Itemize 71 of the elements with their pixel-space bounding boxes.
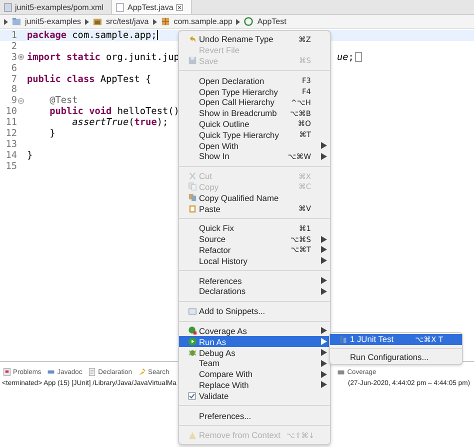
menu-item[interactable]: Run As — [179, 336, 330, 348]
file-icon — [4, 2, 12, 12]
menu-item[interactable]: Replace With — [179, 380, 330, 390]
menu-item[interactable]: Declarations — [179, 286, 330, 297]
run-icon — [188, 337, 197, 346]
menu-item[interactable]: Debug As — [179, 347, 330, 358]
code-line: } — [48, 128, 56, 139]
line-number: 9 — [11, 95, 17, 106]
editor-tab[interactable]: AppTest.java — [112, 0, 192, 14]
breadcrumb-item[interactable]: com.sample.app — [174, 17, 232, 26]
chevron-icon — [4, 18, 8, 24]
save-icon — [188, 56, 197, 66]
document-icon — [88, 368, 96, 376]
checkbox[interactable] — [188, 392, 196, 400]
code-line: public class AppTest { — [27, 74, 152, 85]
close-icon[interactable] — [176, 4, 184, 10]
breadcrumb-item[interactable]: junit5-examples — [25, 17, 82, 26]
text-cursor — [156, 30, 158, 40]
problems-icon — [3, 368, 11, 376]
line-number: 2 — [11, 40, 17, 52]
menu-item[interactable]: Copy Qualified Name — [179, 192, 330, 204]
bug-icon — [188, 348, 197, 358]
line-number: 8 — [11, 84, 17, 96]
code-line: } — [27, 150, 33, 161]
warning-icon — [188, 430, 197, 440]
junit-icon — [339, 334, 348, 344]
coverage-icon — [188, 326, 197, 336]
menu-item[interactable]: Add to Snippets... — [179, 306, 330, 317]
line-number: 6 — [11, 62, 17, 74]
line-number: 13 — [6, 138, 17, 150]
class-icon — [244, 17, 254, 26]
line-number: 7 — [11, 74, 17, 85]
undo-icon — [188, 34, 197, 44]
coverage-icon — [337, 368, 346, 376]
package-icon — [160, 17, 170, 26]
chevron-icon — [152, 18, 157, 24]
menu-item[interactable]: Open With — [179, 140, 330, 151]
menu-item[interactable]: Preferences... — [179, 410, 330, 421]
line-number: 10 — [6, 106, 17, 118]
javadoc-icon — [47, 368, 56, 376]
code-line: package com.sample.app; — [27, 30, 157, 41]
chevron-icon — [85, 18, 90, 24]
expand-icon[interactable] — [18, 54, 24, 60]
code-line: ue; — [337, 52, 362, 63]
menu-item[interactable]: Validate — [179, 390, 330, 402]
chevron-icon — [236, 18, 240, 24]
menu-item[interactable]: Local History — [179, 255, 330, 266]
line-number: 15 — [6, 160, 17, 172]
folder-icon — [93, 17, 102, 26]
snippet-icon — [188, 306, 197, 316]
code-line: assertTrue(true); — [71, 117, 168, 128]
code-line: @Test — [48, 95, 78, 106]
clipboard-icon — [188, 204, 197, 214]
line-number: 14 — [6, 150, 17, 161]
line-number: 11 — [6, 117, 17, 128]
line-number: 3 — [11, 52, 17, 63]
project-icon — [12, 17, 21, 26]
menu-item[interactable]: Run Configurations... — [330, 352, 462, 363]
breadcrumb-item[interactable]: src/test/java — [106, 17, 149, 26]
menu-item[interactable]: Coverage As — [179, 326, 330, 336]
collapse-icon[interactable] — [18, 98, 24, 104]
menu-item[interactable]: Team — [179, 358, 330, 369]
code-line: public void helloTest() — [48, 106, 180, 118]
file-icon — [116, 2, 124, 12]
code-line: import static org.junit.jup — [27, 52, 180, 63]
menu-item[interactable]: References — [179, 275, 330, 286]
line-number: 12 — [6, 128, 17, 139]
line-number: 1 — [11, 30, 17, 41]
menu-item[interactable]: Compare With — [179, 368, 330, 380]
breadcrumb-item[interactable]: AppTest — [257, 17, 286, 26]
scissors-icon — [188, 172, 197, 181]
